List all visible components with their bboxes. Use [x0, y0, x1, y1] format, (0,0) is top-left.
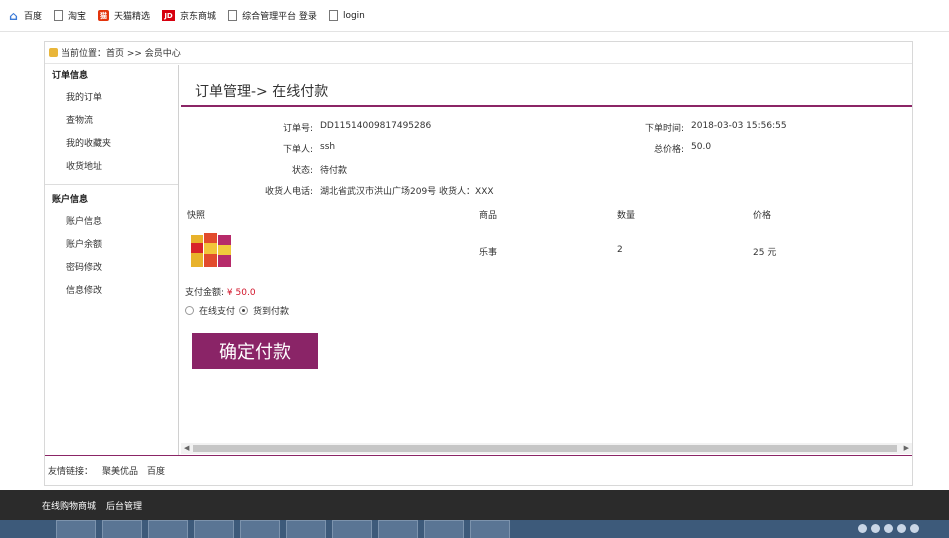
pay-amount-label: 支付金额: [185, 288, 225, 298]
bookmark-label: login [342, 10, 365, 21]
tray-icon[interactable] [884, 524, 893, 533]
footer-link-mall[interactable]: 在线购物商城 [42, 499, 96, 512]
taskbar-button-app[interactable] [378, 520, 418, 538]
bookmark-label: 京东商城 [180, 12, 217, 22]
breadcrumb: 当前位置：首页 >> 会员中心 [45, 42, 912, 64]
bookmark-taobao[interactable]: 淘宝 [54, 9, 86, 22]
sidebar-item-my-orders[interactable]: 我的订单 [45, 87, 178, 110]
tmall-icon: 猫 [98, 10, 110, 21]
online-pay-radio[interactable] [185, 306, 194, 315]
taskbar-button-app[interactable] [286, 520, 326, 538]
horizontal-scrollbar[interactable]: ◀ ▶ [181, 443, 912, 454]
bookmark-label: 天猫精选 [114, 12, 151, 22]
address-value: 湖北省武汉市洪山广场209号 收货人：XXX [320, 187, 494, 197]
taskbar-button-app[interactable] [102, 520, 142, 538]
member-center-frame: 当前位置：首页 >> 会员中心 订单信息 我的订单 查物流 我的收藏夹 收货地址… [44, 41, 913, 486]
sidebar-item-password[interactable]: 密码修改 [45, 257, 178, 280]
table-header-price: 价格 [753, 211, 772, 221]
title-underline [181, 105, 912, 107]
product-price: 25 元 [753, 248, 777, 258]
orderer-label: 下单人: [282, 145, 313, 155]
table-header-snapshot: 快照 [187, 211, 206, 221]
bookmarks-bar: ⌂ 百度 淘宝 猫天猫精选 JD 京东商城 综合管理平台 登录 login [0, 0, 949, 32]
order-time-label: 下单时间: [644, 124, 684, 134]
orderer-value: ssh [320, 142, 336, 152]
scroll-left-icon[interactable]: ◀ [184, 443, 189, 454]
page-title: 订单管理-> 在线付款 [195, 84, 329, 100]
sidebar-item-account-info[interactable]: 账户信息 [45, 211, 178, 234]
scrollbar-thumb[interactable] [193, 445, 897, 452]
page-icon [328, 10, 338, 21]
windows-taskbar [0, 520, 949, 538]
bookmark-baidu[interactable]: ⌂ 百度 [8, 8, 43, 23]
system-tray [854, 524, 919, 533]
main-content: 订单管理-> 在线付款 订单号: DD11514009817495286 下单人… [181, 65, 912, 455]
cod-radio[interactable] [239, 306, 249, 315]
bookmark-login[interactable]: login [328, 10, 365, 21]
friend-links: 友情链接： 聚美优品 百度 [45, 455, 912, 485]
sidebar-item-address[interactable]: 收货地址 [45, 156, 178, 179]
volume-icon[interactable] [910, 524, 919, 533]
breadcrumb-text: 当前位置：首页 >> 会员中心 [61, 49, 181, 59]
product-snapshot-image[interactable] [189, 229, 233, 271]
tray-icon[interactable] [858, 524, 867, 533]
bookmark-tmall[interactable]: 猫天猫精选 [98, 9, 150, 22]
order-time-value: 2018-03-03 15:56:55 [691, 121, 787, 131]
pay-amount-value: ¥ 50.0 [226, 288, 256, 298]
order-no-label: 订单号: [282, 124, 313, 134]
sidebar-item-logistics[interactable]: 查物流 [45, 110, 178, 133]
friend-link-baidu[interactable]: 百度 [147, 464, 165, 477]
bookmark-admin[interactable]: 综合管理平台 登录 [228, 9, 317, 22]
sidebar-item-favorites[interactable]: 我的收藏夹 [45, 133, 178, 156]
payment-method-group: 在线支付 货到付款 [185, 304, 289, 317]
jd-icon: JD [162, 10, 176, 21]
sidebar: 订单信息 我的订单 查物流 我的收藏夹 收货地址 账户信息 账户信息 账户余额 … [45, 65, 179, 455]
sidebar-divider [45, 184, 178, 185]
product-name: 乐事 [479, 248, 498, 258]
total-label: 总价格: [653, 145, 684, 155]
taskbar-button-app[interactable] [470, 520, 510, 538]
tray-icon[interactable] [897, 524, 906, 533]
table-header-product: 商品 [479, 211, 498, 221]
taskbar-button-app[interactable] [332, 520, 372, 538]
taskbar-button-ie[interactable] [56, 520, 96, 538]
sidebar-header-account: 账户信息 [52, 195, 89, 205]
home-icon: ⌂ [9, 8, 18, 23]
friend-link-jumei[interactable]: 聚美优品 [102, 464, 138, 477]
bookmark-label: 百度 [24, 12, 43, 22]
status-value: 待付款 [320, 166, 348, 176]
sidebar-item-edit-info[interactable]: 信息修改 [45, 280, 178, 303]
page-icon [228, 10, 238, 21]
location-icon [49, 48, 58, 57]
taskbar-button-app[interactable] [148, 520, 188, 538]
table-header-qty: 数量 [617, 211, 636, 221]
confirm-pay-button[interactable]: 确定付款 [192, 333, 318, 369]
page-icon [54, 10, 64, 21]
scroll-right-icon[interactable]: ▶ [904, 443, 909, 454]
footer-link-admin[interactable]: 后台管理 [106, 499, 142, 512]
friend-links-label: 友情链接： [48, 467, 94, 477]
online-pay-label: 在线支付 [199, 307, 236, 317]
sidebar-item-balance[interactable]: 账户余额 [45, 234, 178, 257]
bookmark-label: 综合管理平台 登录 [242, 12, 317, 22]
sidebar-header-orders: 订单信息 [52, 71, 89, 81]
pay-amount: 支付金额: ¥ 50.0 [185, 285, 256, 298]
status-label: 状态: [291, 166, 313, 176]
cod-label: 货到付款 [253, 307, 290, 317]
order-no-value: DD11514009817495286 [320, 121, 432, 131]
address-label: 收货人电话: [264, 187, 313, 197]
taskbar-button-app[interactable] [240, 520, 280, 538]
total-value: 50.0 [691, 142, 712, 152]
bookmark-jd[interactable]: JD 京东商城 [162, 9, 216, 22]
taskbar-button-app[interactable] [194, 520, 234, 538]
taskbar-button-chrome[interactable] [424, 520, 464, 538]
site-footer: 在线购物商城 后台管理 [0, 490, 949, 520]
tray-icon[interactable] [871, 524, 880, 533]
bookmark-label: 淘宝 [68, 12, 87, 22]
product-qty: 2 [617, 245, 623, 255]
